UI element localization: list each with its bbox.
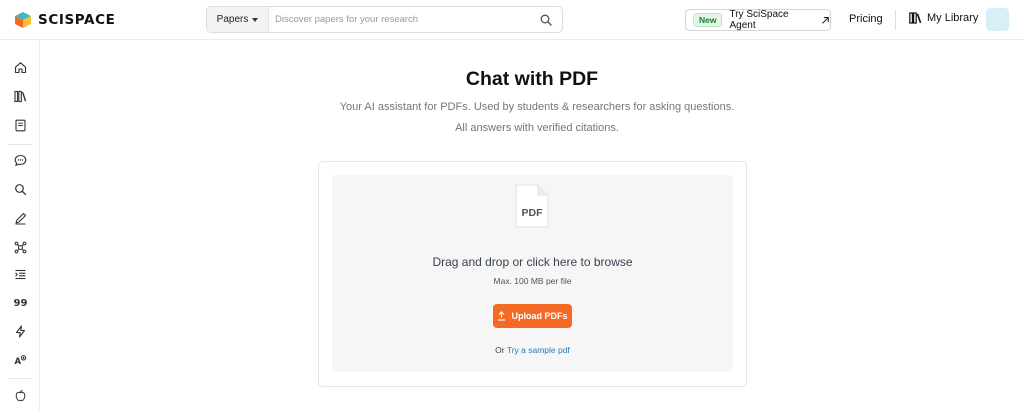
sample-pdf-line: Or Try a sample pdf [332,345,733,355]
sidebar-item-ai-detector[interactable] [8,319,32,343]
sidebar-item-citation[interactable]: 99 [8,290,32,314]
sidebar-item-chat[interactable] [8,148,32,172]
caret-down-icon [252,17,259,22]
paraphrase-icon: A [14,354,26,366]
library-icon [909,12,922,24]
pdf-icon-label: PDF [522,207,544,219]
pricing-link[interactable]: Pricing [849,13,883,25]
library-icon [13,90,26,102]
sidebar-item-search[interactable] [8,177,32,201]
page-title: Chat with PDF [465,68,599,90]
max-size-note: Max. 100 MB per file [493,276,572,286]
try-agent-button[interactable]: New Try SciSpace Agent [685,9,831,31]
write-icon [14,212,26,224]
search-bar: Papers [206,6,563,33]
arrow-up-right-icon [822,16,830,24]
logo-text: SCISPACE [38,12,116,28]
sidebar-item-outline[interactable] [8,262,32,286]
search-icon [14,183,26,195]
search-input[interactable] [269,7,530,32]
sidebar-divider [8,144,32,145]
logo[interactable]: SCISPACE [14,10,115,30]
header-divider [895,10,896,30]
upload-button-label: Upload PDFs [511,311,568,321]
chat-icon [14,154,26,166]
sample-prefix: Or [495,345,505,355]
agent-label: Try SciSpace Agent [729,9,789,31]
try-sample-pdf-link[interactable]: Try a sample pdf [507,345,570,355]
quote-icon: 99 [14,298,27,309]
sidebar-item-paraphraser[interactable]: A [8,347,32,371]
svg-text:99: 99 [14,298,27,309]
sidebar-item-network[interactable] [8,235,32,259]
page-subtitle: Your AI assistant for PDFs. Used by stud… [339,101,735,134]
sidebar-divider [8,378,32,379]
upload-pdfs-button[interactable]: Upload PDFs [493,304,572,328]
notebook-icon [14,119,26,131]
new-badge: New [693,13,723,27]
search-type-dropdown[interactable]: Papers [207,7,269,32]
upload-icon [498,311,506,321]
search-type-label: Papers [216,14,249,25]
top-bar: SCISPACE Papers New Try SciSpace Agent P… [0,0,1024,40]
network-icon [14,241,26,253]
logo-icon [14,11,32,29]
sidebar-item-notebook[interactable] [8,113,32,137]
lightning-icon [15,324,25,338]
sidebar-item-library[interactable] [8,84,32,108]
sidebar-item-home[interactable] [8,55,32,79]
my-library-label: My Library [927,12,979,24]
search-icon [540,14,552,26]
sidebar-item-apple[interactable] [8,383,32,407]
drop-instructions: Drag and drop or click here to browse [432,255,633,269]
svg-text:A: A [14,357,21,366]
pdf-file-icon: PDF [514,183,550,229]
list-indent-icon [14,269,25,279]
avatar[interactable] [986,8,1009,31]
search-button[interactable] [530,7,562,32]
sidebar-item-write[interactable] [8,206,32,230]
sidebar: 99 A [0,40,40,411]
home-icon [14,61,26,73]
my-library-link[interactable]: My Library [909,12,978,24]
apple-icon [15,389,25,401]
